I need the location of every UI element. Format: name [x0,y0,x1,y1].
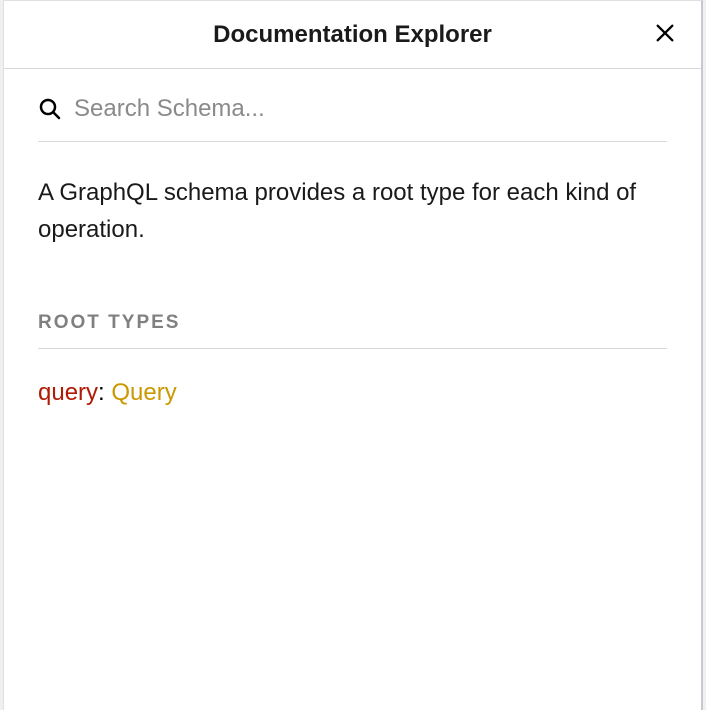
panel-title: Documentation Explorer [213,21,492,49]
search-row [38,69,667,142]
documentation-explorer-panel: Documentation Explorer A GraphQL schema … [3,0,703,710]
search-icon [38,97,62,121]
panel-content: A GraphQL schema provides a root type fo… [4,69,701,407]
panel-header: Documentation Explorer [4,1,701,69]
separator: : [98,379,111,406]
root-type-row: query: Query [38,349,667,407]
close-icon [654,22,676,47]
search-input[interactable] [74,95,667,123]
root-types-header: ROOT TYPES [38,312,667,349]
schema-description: A GraphQL schema provides a root type fo… [38,142,667,258]
close-button[interactable] [651,21,679,49]
query-type-link[interactable]: Query [111,379,176,406]
query-keyword: query [38,379,98,406]
